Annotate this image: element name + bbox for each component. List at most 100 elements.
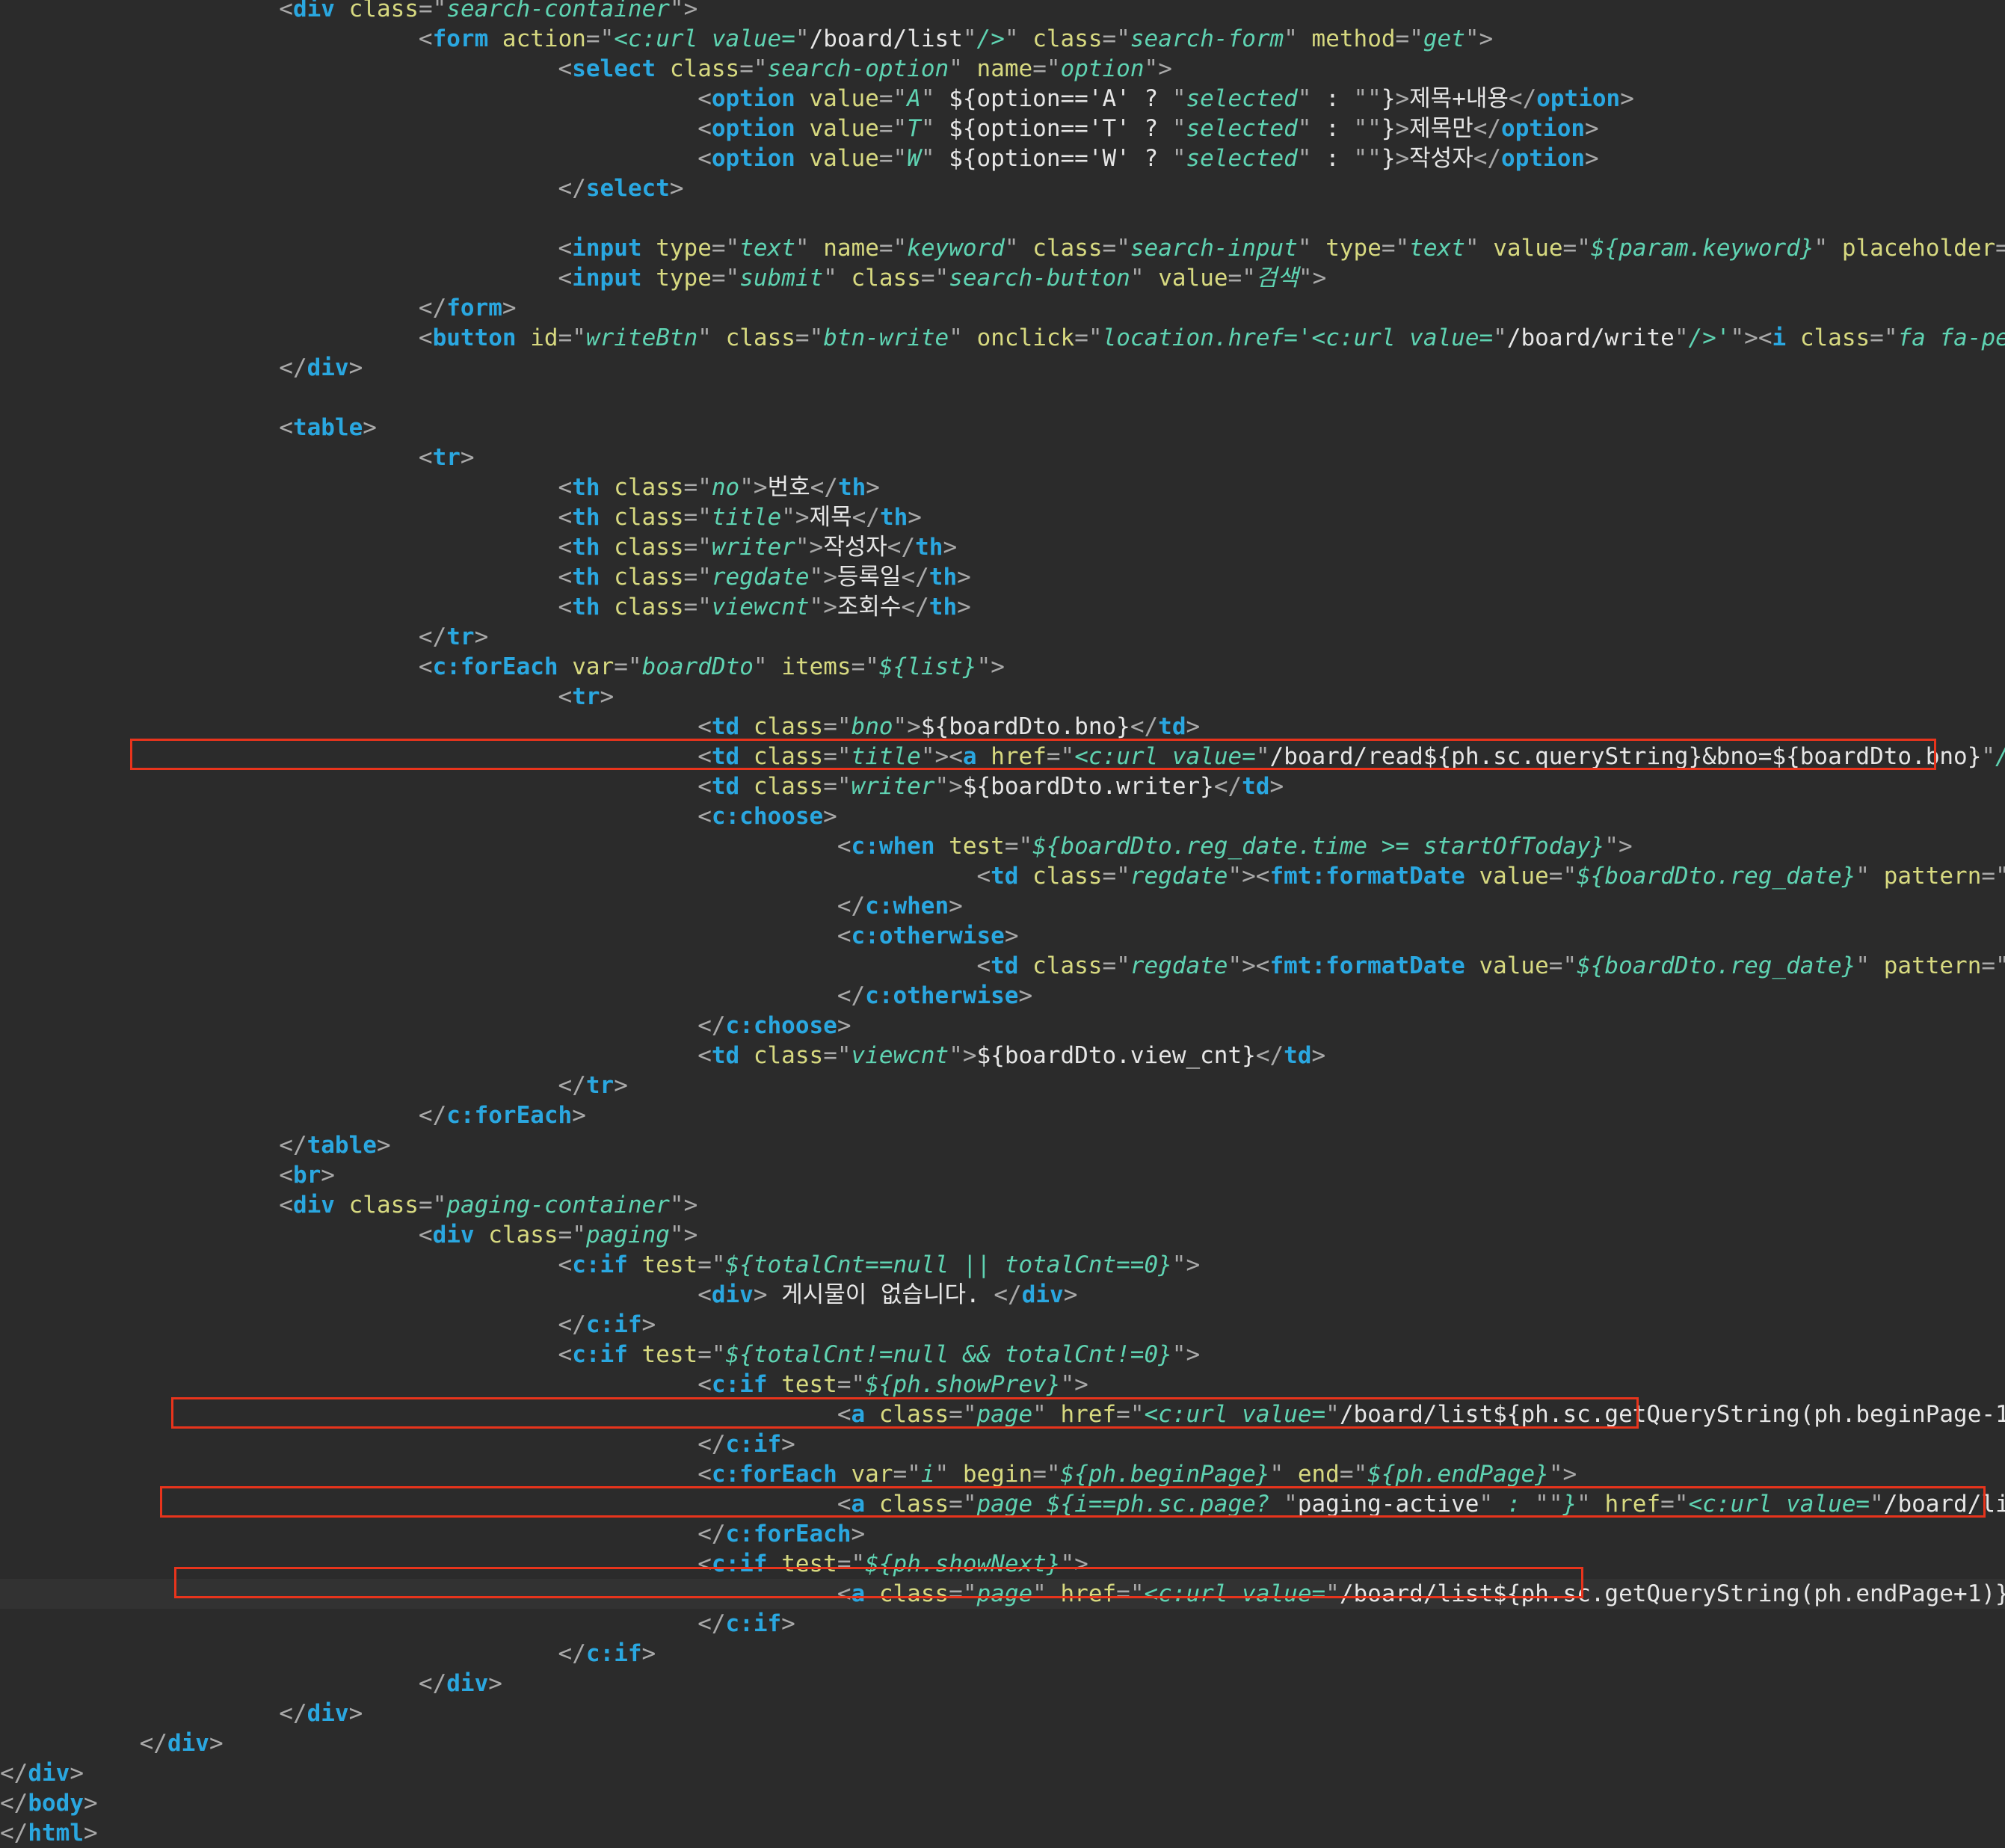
code-line[interactable]: </div>	[0, 353, 2005, 383]
code-line[interactable]	[0, 203, 2005, 233]
code-line[interactable]: <th class="writer">작성자</th>	[0, 532, 2005, 562]
code-line[interactable]: <div class="paging">	[0, 1220, 2005, 1250]
highlight-box-next-link	[174, 1567, 1583, 1598]
code-line[interactable]: </table>	[0, 1130, 2005, 1160]
code-line[interactable]: <div> 게시물이 없습니다. </div>	[0, 1280, 2005, 1310]
code-line[interactable]: <option value="W" ${option=='W' ? "selec…	[0, 144, 2005, 173]
code-line[interactable]: </c:if>	[0, 1609, 2005, 1639]
code-line[interactable]: <div class="search-container">	[0, 0, 2005, 24]
code-line[interactable]: <th class="viewcnt">조회수</th>	[0, 592, 2005, 622]
code-line[interactable]: </c:when>	[0, 891, 2005, 921]
highlight-box-page-link	[160, 1486, 1986, 1518]
code-line[interactable]: <td class="viewcnt">${boardDto.view_cnt}…	[0, 1041, 2005, 1071]
code-line[interactable]: </c:otherwise>	[0, 981, 2005, 1011]
code-line[interactable]: <option value="T" ${option=='T' ? "selec…	[0, 114, 2005, 144]
code-line[interactable]: <form action="<c:url value="/board/list"…	[0, 24, 2005, 54]
code-line[interactable]: <tr>	[0, 682, 2005, 712]
code-line[interactable]: </c:if>	[0, 1429, 2005, 1459]
highlight-box-title-link	[130, 739, 1936, 770]
code-line[interactable]: <c:forEach var="boardDto" items="${list}…	[0, 652, 2005, 682]
code-line[interactable]: </c:forEach>	[0, 1519, 2005, 1549]
code-editor[interactable]: <div class="search-container"> <form act…	[0, 0, 2005, 1847]
code-line[interactable]: </div>	[0, 1728, 2005, 1758]
code-line[interactable]: </form>	[0, 293, 2005, 323]
code-line[interactable]: <th class="title">제목</th>	[0, 502, 2005, 532]
code-line[interactable]: <c:otherwise>	[0, 921, 2005, 951]
code-line[interactable]: </c:if>	[0, 1639, 2005, 1669]
code-line[interactable]: <c:if test="${totalCnt==null || totalCnt…	[0, 1250, 2005, 1280]
code-line[interactable]: <div class="paging-container">	[0, 1190, 2005, 1220]
code-line[interactable]: </div>	[0, 1669, 2005, 1698]
code-line[interactable]: </select>	[0, 173, 2005, 203]
code-line[interactable]: </div>	[0, 1758, 2005, 1788]
highlight-box-prev-link	[171, 1397, 1639, 1429]
code-line[interactable]	[0, 383, 2005, 413]
code-line[interactable]: <c:forEach var="i" begin="${ph.beginPage…	[0, 1459, 2005, 1489]
code-line[interactable]: <th class="no">번호</th>	[0, 472, 2005, 502]
code-line[interactable]: <th class="regdate">등록일</th>	[0, 562, 2005, 592]
code-line[interactable]: <input type="text" name="keyword" class=…	[0, 233, 2005, 263]
code-line[interactable]: </div>	[0, 1698, 2005, 1728]
code-line[interactable]: <option value="A" ${option=='A' ? "selec…	[0, 84, 2005, 114]
code-line[interactable]: <c:if test="${ph.showPrev}">	[0, 1370, 2005, 1399]
code-line[interactable]: <td class="regdate"><fmt:formatDate valu…	[0, 861, 2005, 891]
code-line[interactable]: </body>	[0, 1788, 2005, 1818]
code-line[interactable]: </c:if>	[0, 1310, 2005, 1340]
code-line[interactable]: <c:choose>	[0, 801, 2005, 831]
code-line[interactable]: <br>	[0, 1160, 2005, 1190]
code-line[interactable]: <td class="regdate"><fmt:formatDate valu…	[0, 951, 2005, 981]
code-line[interactable]: <c:if test="${totalCnt!=null && totalCnt…	[0, 1340, 2005, 1370]
code-line[interactable]: </tr>	[0, 622, 2005, 652]
code-line[interactable]: </c:choose>	[0, 1011, 2005, 1041]
code-line[interactable]: <c:when test="${boardDto.reg_date.time >…	[0, 831, 2005, 861]
code-line[interactable]: <td class="writer">${boardDto.writer}</t…	[0, 771, 2005, 801]
code-line[interactable]: <tr>	[0, 443, 2005, 472]
code-line[interactable]: <input type="submit" class="search-butto…	[0, 263, 2005, 293]
code-line[interactable]: <button id="writeBtn" class="btn-write" …	[0, 323, 2005, 353]
code-line[interactable]: <td class="bno">${boardDto.bno}</td>	[0, 712, 2005, 742]
code-line[interactable]: <select class="search-option" name="opti…	[0, 54, 2005, 84]
code-line[interactable]: </html>	[0, 1818, 2005, 1848]
code-line[interactable]: </tr>	[0, 1071, 2005, 1100]
code-line[interactable]: </c:forEach>	[0, 1100, 2005, 1130]
code-line[interactable]: <table>	[0, 413, 2005, 443]
